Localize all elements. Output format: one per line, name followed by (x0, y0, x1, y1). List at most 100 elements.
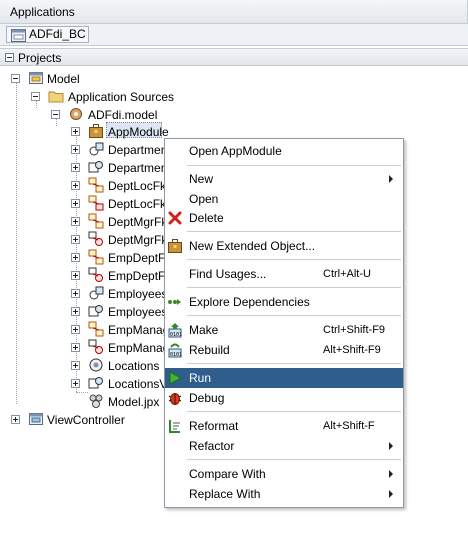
collapse-panel-icon[interactable] (5, 53, 14, 62)
svg-text:0101: 0101 (170, 332, 182, 338)
tree-node-package[interactable]: ADFdi.model (0, 105, 220, 123)
expand-icon[interactable] (71, 343, 80, 352)
context-menu: Open AppModule New Open Delete New Exten… (164, 138, 404, 508)
expand-icon[interactable] (71, 379, 80, 388)
menu-item-run[interactable]: Run (165, 368, 403, 388)
menu-item-refactor[interactable]: Refactor (165, 436, 403, 456)
folder-icon (48, 91, 64, 103)
association-icon (88, 177, 104, 193)
submenu-arrow-icon (389, 490, 393, 498)
menu-item-delete[interactable]: Delete (165, 208, 403, 228)
view-object-icon (88, 161, 103, 173)
tree-node-view-object[interactable]: LocationsVi (0, 374, 170, 392)
project-icon (29, 413, 43, 425)
tree-label-application-sources: Application Sources (68, 90, 175, 104)
project-selector-row: ADFdi_BC (0, 24, 468, 46)
tree-node-view-link[interactable]: DeptLocFkL (0, 194, 173, 212)
view-link-icon (88, 231, 103, 246)
menu-item-new-extended-object[interactable]: New Extended Object... (165, 236, 403, 256)
menu-separator (187, 165, 401, 166)
tree-node-entity[interactable]: Locations (0, 356, 170, 374)
tree-node-association[interactable]: EmpDeptFk (0, 248, 171, 266)
tree-node-model[interactable]: Model (0, 69, 200, 87)
tree-node-view-object[interactable]: Employees' (0, 302, 170, 320)
tree-node-entity[interactable]: Departmen (0, 140, 170, 158)
menu-separator (187, 315, 401, 316)
shortcut-rebuild: Alt+Shift-F9 (323, 344, 381, 356)
expand-icon[interactable] (71, 253, 80, 262)
shortcut-find-usages: Ctrl+Alt-U (323, 268, 371, 280)
menu-separator (187, 259, 401, 260)
run-icon (169, 371, 183, 385)
view-link-icon (88, 267, 103, 282)
projects-title: Projects (18, 51, 62, 65)
menu-item-compare-with[interactable]: Compare With (165, 464, 403, 484)
tree-node-association[interactable]: EmpManag (0, 320, 170, 338)
application-module-icon (168, 239, 182, 253)
menu-item-debug[interactable]: Debug (165, 388, 403, 408)
project-icon (29, 72, 43, 84)
expand-icon[interactable] (71, 361, 80, 370)
tree-node-association[interactable]: DeptMgrFk (0, 212, 170, 230)
application-icon (11, 29, 26, 42)
expand-icon[interactable] (71, 163, 80, 172)
reformat-icon (169, 420, 180, 433)
menu-item-find-usages[interactable]: Find Usages... Ctrl+Alt-U (165, 264, 403, 284)
menu-item-open-appmodule[interactable]: Open AppModule (165, 141, 403, 161)
menu-separator (187, 363, 401, 364)
project-selector[interactable]: ADFdi_BC (6, 26, 89, 43)
tree-node-entity[interactable]: Employees (0, 284, 170, 302)
applications-title: Applications (10, 5, 75, 19)
view-link-icon (88, 195, 104, 211)
view-object-icon (88, 305, 103, 317)
tree-label-view-controller: ViewController (47, 413, 125, 427)
menu-item-new[interactable]: New (165, 169, 403, 189)
expand-icon[interactable] (71, 307, 80, 316)
tree-node-view-link[interactable]: DeptMgrFk (0, 230, 170, 248)
tree-node-association[interactable]: DeptLocFkA (0, 176, 174, 194)
menu-item-open[interactable]: Open (165, 189, 403, 209)
shortcut-make: Ctrl+Shift-F9 (323, 324, 386, 336)
menu-item-make[interactable]: 0101 Make Ctrl+Shift-F9 (165, 320, 403, 340)
tree-node-view-link[interactable]: EmpDeptFk (0, 266, 171, 284)
collapse-icon[interactable] (51, 110, 60, 119)
menu-item-rebuild[interactable]: 0101 Rebuild Alt+Shift-F9 (165, 340, 403, 360)
entity-object-icon (89, 358, 103, 372)
tree-label-appmodule: AppModule (108, 125, 169, 139)
expand-icon[interactable] (71, 289, 80, 298)
application-module-icon (89, 124, 103, 138)
menu-separator (187, 287, 401, 288)
expand-icon[interactable] (71, 325, 80, 334)
collapse-icon[interactable] (31, 92, 40, 101)
menu-item-explore-dependencies[interactable]: Explore Dependencies (165, 292, 403, 312)
association-icon (88, 321, 104, 337)
menu-separator (187, 411, 401, 412)
submenu-arrow-icon (389, 442, 393, 450)
tree-node-view-link[interactable]: EmpManag (0, 338, 170, 356)
expand-icon[interactable] (71, 217, 80, 226)
expand-icon[interactable] (71, 271, 80, 280)
view-link-icon (88, 339, 103, 354)
expand-icon[interactable] (71, 235, 80, 244)
dependencies-icon (168, 299, 181, 305)
menu-item-replace-with[interactable]: Replace With (165, 484, 403, 504)
tree-node-application-sources[interactable]: Application Sources (0, 87, 220, 105)
view-object-icon (88, 377, 103, 389)
package-icon (70, 108, 82, 120)
project-selector-value: ADFdi_BC (29, 27, 86, 41)
make-icon: 0101 (168, 323, 182, 338)
rebuild-icon: 0101 (168, 343, 182, 358)
tree-node-view-object[interactable]: Departmen (0, 158, 170, 176)
menu-item-reformat[interactable]: Reformat Alt+Shift-F (165, 416, 403, 436)
expand-icon[interactable] (71, 127, 80, 136)
collapse-icon[interactable] (11, 74, 20, 83)
entity-object-icon (89, 286, 104, 300)
expand-icon[interactable] (11, 415, 20, 424)
expand-icon[interactable] (71, 145, 80, 154)
association-icon (88, 213, 104, 229)
expand-icon[interactable] (71, 199, 80, 208)
expand-icon[interactable] (71, 181, 80, 190)
tree-label-package: ADFdi.model (88, 108, 158, 122)
submenu-arrow-icon (389, 175, 393, 183)
applications-panel-header: Applications (0, 0, 468, 24)
